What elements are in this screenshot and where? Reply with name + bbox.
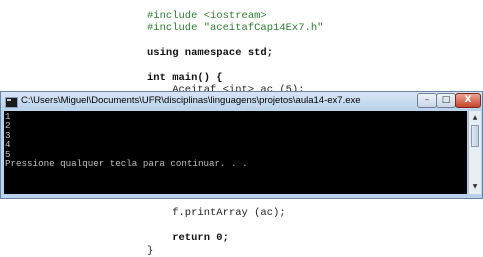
console-titlebar[interactable]: C:\Users\Miguel\Documents\UFR\disciplina… bbox=[1, 92, 482, 112]
code-line-main: int main() { bbox=[147, 72, 223, 84]
maximize-button[interactable]: □ bbox=[436, 93, 456, 108]
code-line-using-namespace: using namespace std; bbox=[147, 47, 274, 59]
code-line-closing-brace: } bbox=[147, 245, 154, 257]
code-line-print-array: f.printArray (ac); bbox=[147, 207, 286, 219]
minimize-button[interactable]: – bbox=[417, 93, 437, 108]
console-window[interactable]: C:\Users\Miguel\Documents\UFR\disciplina… bbox=[0, 91, 483, 199]
scroll-up-arrow-icon[interactable]: ▲ bbox=[470, 113, 480, 123]
close-button[interactable]: X bbox=[455, 93, 481, 108]
code-line-include-iostream: #include <iostream> bbox=[147, 10, 267, 22]
console-scrollbar[interactable]: ▲ ▼ bbox=[468, 111, 481, 194]
scroll-thumb[interactable] bbox=[471, 125, 479, 147]
console-app-icon bbox=[5, 97, 18, 108]
console-output-area[interactable]: 1 2 3 4 5 Pressione qualquer tecla para … bbox=[4, 111, 467, 194]
console-output-text: 1 2 3 4 5 Pressione qualquer tecla para … bbox=[5, 111, 248, 170]
code-line-return: return 0; bbox=[147, 232, 229, 244]
console-title: C:\Users\Miguel\Documents\UFR\disciplina… bbox=[21, 95, 361, 106]
scroll-down-arrow-icon[interactable]: ▼ bbox=[470, 182, 480, 192]
code-line-include-header: #include "aceitafCap14Ex7.h" bbox=[147, 22, 324, 34]
